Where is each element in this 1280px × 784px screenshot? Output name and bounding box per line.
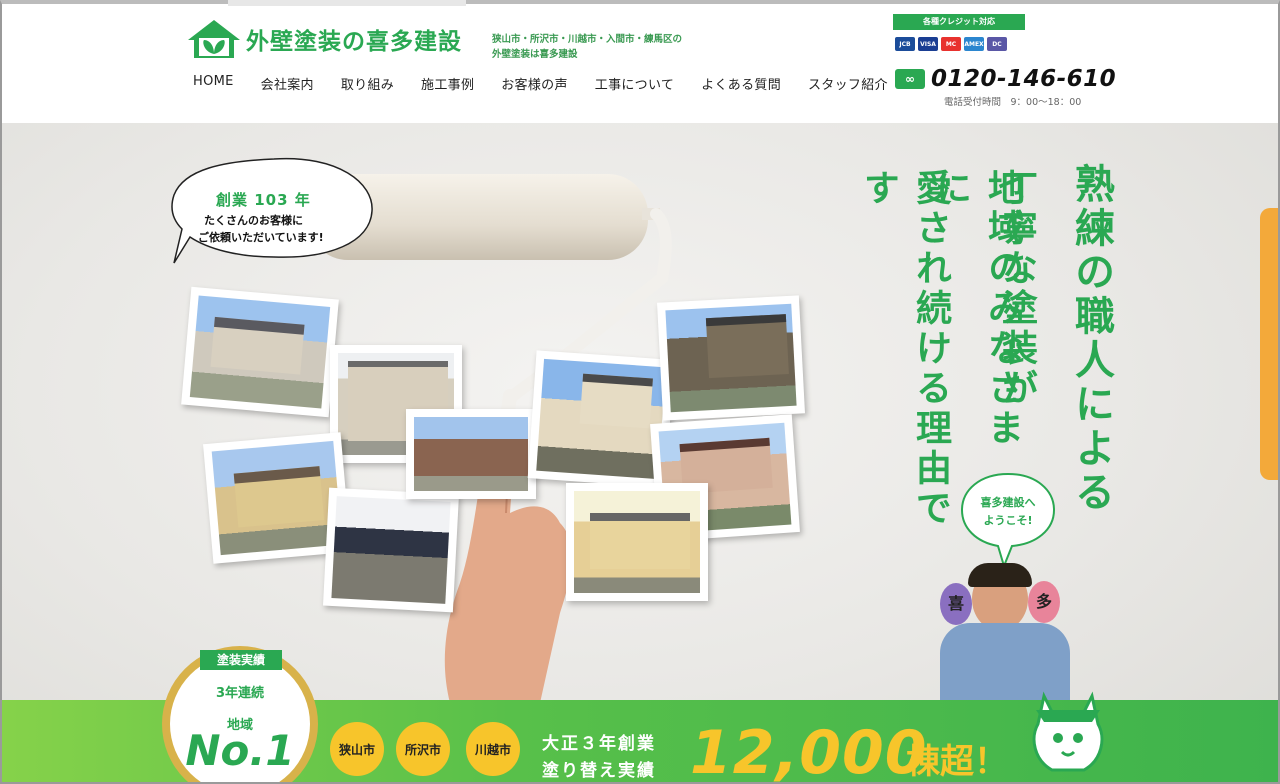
phone-number[interactable]: 0120-146-610 — [931, 66, 1116, 92]
bubble-left-line-2: たくさんのお客様に — [204, 214, 303, 227]
no1-medal: 塗装実績 3年連続 地域 No.1 — [158, 640, 322, 784]
welcome-speech-bubble: 喜多建設へ ようこそ! — [958, 470, 1058, 568]
free-dial-icon: ∞ — [895, 69, 925, 89]
amex-card-icon: AMEX — [964, 37, 984, 51]
house-photo-1 — [181, 286, 339, 418]
logo-tagline: 狭山市・所沢市・川越市・入間市・練馬区の 外壁塗装は喜多建設 — [492, 32, 682, 62]
nav-initiatives[interactable]: 取り組み — [341, 74, 394, 93]
visa-card-icon: VISA — [918, 37, 938, 51]
founding-years: 創業 103 年 — [216, 191, 311, 209]
house-photo-7 — [657, 295, 805, 421]
main-nav: HOME 会社案内 取り組み 施工事例 お客様の声 工事について よくある質問 … — [193, 74, 915, 93]
house-photo-5 — [406, 409, 536, 499]
jcb-card-icon: JCB — [895, 37, 915, 51]
city-badge-tokorozawa: 所沢市 — [396, 722, 450, 776]
headline-col-4: 愛され続ける理由です — [858, 169, 951, 529]
mascot-cat-icon — [1032, 691, 1104, 772]
staff-photo: 喜 多 — [930, 563, 1080, 703]
credit-cards-panel: 各種クレジット対応 JCB VISA MC AMEX DC — [893, 14, 1025, 51]
welcome-line-1: 喜多建設へ — [980, 496, 1036, 509]
phone-contact[interactable]: ∞ 0120-146-610 — [895, 66, 1116, 92]
tagline-line-1: 狭山市・所沢市・川越市・入間市・練馬区の — [492, 34, 683, 45]
nav-staff[interactable]: スタッフ紹介 — [808, 74, 888, 93]
medal-title: 塗装実績 — [200, 650, 282, 670]
city-badge-sayama: 狭山市 — [330, 722, 384, 776]
banner-line-1: 大正３年創業 — [542, 734, 656, 754]
nav-works[interactable]: 施工事例 — [421, 74, 474, 93]
fan-right: 多 — [1028, 581, 1060, 623]
mastercard-icon: MC — [941, 37, 961, 51]
phone-hours: 電話受付時間 9：00〜18：00 — [944, 97, 1082, 108]
city-badge-kawagoe: 川越市 — [466, 722, 520, 776]
tagline-line-2: 外壁塗装は喜多建設 — [492, 49, 578, 60]
banner-unit: 棟超！ — [906, 742, 1008, 782]
headline-col-1: 熟練の職人による — [1068, 163, 1114, 515]
founding-speech-bubble: 創業 103 年 たくさんのお客様に ご依頼いただいています! — [168, 145, 380, 273]
banner-line-2: 塗り替え実績 — [542, 761, 656, 781]
house-photo-9 — [566, 483, 708, 601]
banner-count: 12,000 — [690, 718, 928, 784]
site-logo[interactable]: 外壁塗装の喜多建設 — [186, 18, 462, 60]
bubble-left-line-3: ご依頼いただいています! — [198, 231, 324, 244]
fan-left: 喜 — [940, 583, 972, 625]
diners-card-icon: DC — [987, 37, 1007, 51]
logo-name: 外壁塗装の喜多建設 — [246, 29, 462, 55]
nav-voices[interactable]: お客様の声 — [501, 74, 568, 93]
medal-line-1: 3年連続 — [215, 686, 265, 701]
nav-home[interactable]: HOME — [193, 74, 234, 93]
welcome-line-2: ようこそ! — [983, 514, 1033, 527]
medal-rank: No.1 — [185, 726, 295, 775]
site-header: 外壁塗装の喜多建設 狭山市・所沢市・川越市・入間市・練馬区の 外壁塗装は喜多建設… — [0, 0, 1280, 123]
credit-title: 各種クレジット対応 — [893, 14, 1025, 30]
house-leaf-logo-icon — [188, 20, 240, 58]
nav-faq[interactable]: よくある質問 — [701, 74, 781, 93]
nav-construction[interactable]: 工事について — [595, 74, 674, 93]
house-photo-4 — [323, 487, 459, 613]
side-floating-tab[interactable] — [1260, 208, 1280, 480]
card-logos: JCB VISA MC AMEX DC — [893, 37, 1025, 51]
top-loading-bar — [228, 0, 466, 6]
nav-company[interactable]: 会社案内 — [261, 74, 314, 93]
